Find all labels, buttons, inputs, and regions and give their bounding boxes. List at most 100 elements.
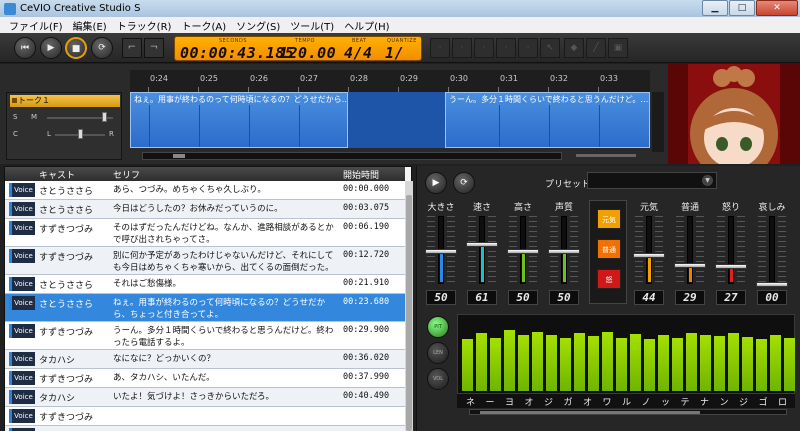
menu-talk[interactable]: トーク(A): [176, 18, 231, 33]
table-scrollbar[interactable]: [405, 181, 413, 431]
menu-track[interactable]: トラック(R): [112, 18, 177, 33]
column-header-line[interactable]: セリフ: [113, 168, 140, 181]
pen-tool-icon[interactable]: ╱: [586, 38, 606, 58]
table-row[interactable]: Voice さとうささら それはご愁傷様。 00:21.910: [5, 275, 405, 294]
slider-value[interactable]: 50: [426, 290, 456, 305]
slider-handle[interactable]: [466, 242, 498, 247]
volume-knob[interactable]: [102, 112, 107, 122]
talk-clip[interactable]: ねぇ。用事が終わるのって何時頃になるの？どうせだから…: [130, 92, 348, 148]
track-vertical-scrollbar[interactable]: [652, 92, 664, 152]
table-row[interactable]: Voice さとうささら ねぇ。用事が終わるのって何時頃になるの？どうせだから、ちょ…: [5, 294, 405, 322]
cast-cell[interactable]: さとうささら: [39, 278, 93, 291]
phoneme-label[interactable]: ッ: [658, 395, 673, 408]
track-name[interactable]: トーク１: [10, 95, 120, 107]
line-cell[interactable]: それはご愁傷様。: [113, 278, 338, 290]
graph-scrollbar[interactable]: [469, 409, 787, 415]
close-button[interactable]: ✕: [756, 0, 798, 16]
phoneme-bar[interactable]: [742, 337, 753, 391]
stop-button[interactable]: ■: [65, 37, 87, 59]
zoom-slider[interactable]: [576, 154, 636, 157]
preview-play-button[interactable]: ▶: [425, 172, 447, 194]
column-header-cast[interactable]: キャスト: [39, 168, 75, 181]
table-row[interactable]: Voice タカハシ いたよ！気づけよ！さっきからいただろ。 00:40.490: [5, 388, 405, 407]
slider-value[interactable]: 00: [757, 290, 787, 305]
line-cell[interactable]: うーん。多分１時間くらいで終わると思うんだけど。終わったら電話するよ。: [113, 325, 338, 349]
phoneme-label[interactable]: ヨ: [502, 395, 517, 408]
cast-cell[interactable]: タカハシ: [39, 391, 75, 404]
play-button[interactable]: ▶: [40, 37, 62, 59]
slider-handle[interactable]: [507, 249, 539, 254]
phoneme-bar[interactable]: [546, 335, 557, 391]
menu-help[interactable]: ヘルプ(H): [339, 18, 394, 33]
phoneme-label[interactable]: テ: [678, 395, 693, 408]
phoneme-bar[interactable]: [574, 333, 585, 391]
mute-button[interactable]: M: [31, 113, 37, 121]
phoneme-bar[interactable]: [504, 330, 515, 391]
toolbar-button-3[interactable]: ·: [474, 38, 494, 58]
rewind-button[interactable]: ⏮: [14, 37, 36, 59]
slider-track[interactable]: [646, 216, 652, 284]
copy-tool-icon[interactable]: ▣: [608, 38, 628, 58]
track-lane[interactable]: ねぇ。用事が終わるのって何時頃になるの？どうせだから… うーん。多分１時間くらい…: [130, 92, 650, 148]
cast-cell[interactable]: さとうささら: [39, 297, 93, 310]
phoneme-bar[interactable]: [728, 333, 739, 391]
start-time-cell[interactable]: 00:36.020: [343, 353, 389, 363]
scroll-thumb[interactable]: [406, 195, 412, 431]
pan-knob[interactable]: [78, 129, 83, 139]
cast-cell[interactable]: すずきつづみ: [39, 325, 93, 338]
slider-value[interactable]: 44: [634, 290, 664, 305]
phoneme-label[interactable]: ネ: [463, 395, 478, 408]
phoneme-bar[interactable]: [588, 336, 599, 391]
slider-value[interactable]: 29: [675, 290, 705, 305]
eq-mode-button[interactable]: PIT: [427, 316, 449, 338]
phoneme-bar[interactable]: [756, 339, 767, 391]
slider-handle[interactable]: [633, 253, 665, 258]
table-row[interactable]: Voice すずきつづみ: [5, 407, 405, 426]
line-cell[interactable]: いたよ！気づけよ！さっきからいただろ。: [113, 391, 338, 403]
phoneme-bar[interactable]: [700, 335, 711, 391]
phoneme-bar[interactable]: [658, 335, 669, 391]
table-row[interactable]: Voice すずきつづみ そのはずだったんだけどね。なんか、進路相談があるとかで呼び…: [5, 219, 405, 247]
start-time-cell[interactable]: 00:12.720: [343, 250, 389, 260]
phoneme-bar[interactable]: [644, 339, 655, 391]
toolbar-button-5[interactable]: ·: [518, 38, 538, 58]
start-time-cell[interactable]: 00:03.075: [343, 203, 389, 213]
cast-cell[interactable]: すずきつづみ: [39, 222, 93, 235]
phoneme-bar[interactable]: [476, 333, 487, 391]
table-row[interactable]: Voice さとうささら 今日はどうしたの？お休みだっていうのに。 00:03.075: [5, 200, 405, 219]
column-header-start-time[interactable]: 開始時間: [343, 168, 379, 181]
slider-track[interactable]: [728, 216, 734, 284]
menu-tools[interactable]: ツール(T): [285, 18, 339, 33]
slider-handle[interactable]: [715, 264, 747, 269]
minimize-button[interactable]: ▁: [702, 0, 728, 16]
slider-track[interactable]: [769, 216, 775, 284]
table-row[interactable]: Voice すずきつづみ あ、タカハシ、いたんだ。 00:37.990: [5, 369, 405, 388]
table-row[interactable]: Voice すずきつづみ うーん。多分１時間くらいで終わると思うんだけど。終わったら…: [5, 322, 405, 350]
phoneme-label[interactable]: ガ: [561, 395, 576, 408]
slider-track[interactable]: [479, 216, 485, 284]
table-row[interactable]: Voice さとうささら あら、つづみ。めちゃくちゃ久しぶり。 00:00.000: [5, 181, 405, 200]
cast-cell[interactable]: さとうささら: [39, 203, 93, 216]
refresh-button[interactable]: ⟳: [453, 172, 475, 194]
clip-button[interactable]: C: [13, 130, 18, 138]
slider-value[interactable]: 50: [508, 290, 538, 305]
loop-button[interactable]: ⟳: [91, 37, 113, 59]
table-row[interactable]: Voiceさとうささら: [5, 426, 405, 431]
table-row[interactable]: Voice すずきつづみ 別に何か予定があったわけじゃないんだけど、それにしても今日…: [5, 247, 405, 275]
start-time-cell[interactable]: 00:23.680: [343, 297, 389, 307]
start-time-cell[interactable]: 00:06.190: [343, 222, 389, 232]
phoneme-bar[interactable]: [602, 332, 613, 391]
scroll-thumb[interactable]: [480, 411, 700, 414]
beat-value[interactable]: 4/4: [344, 44, 373, 62]
slider-handle[interactable]: [756, 282, 788, 287]
phoneme-bar[interactable]: [672, 338, 683, 391]
start-time-cell[interactable]: 00:21.910: [343, 278, 389, 288]
phoneme-label[interactable]: ジ: [541, 395, 556, 408]
phoneme-bar[interactable]: [630, 334, 641, 391]
eraser-tool-icon[interactable]: ◆: [564, 38, 584, 58]
maximize-button[interactable]: □: [729, 0, 755, 16]
line-cell[interactable]: あ、タカハシ、いたんだ。: [113, 372, 338, 384]
start-time-cell[interactable]: 00:29.900: [343, 325, 389, 335]
phoneme-bar[interactable]: [532, 332, 543, 391]
phoneme-bar[interactable]: [686, 333, 697, 391]
